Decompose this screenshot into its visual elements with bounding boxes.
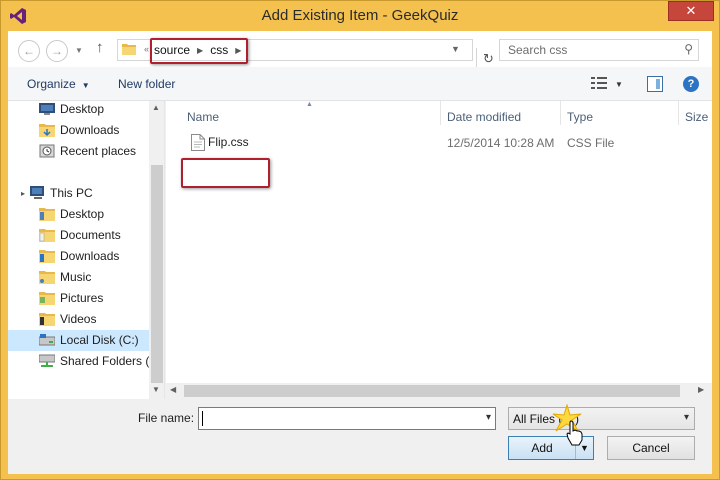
nav-item-label: Desktop — [60, 207, 105, 221]
scroll-up-icon[interactable]: ▲ — [152, 103, 160, 112]
navigation-bar: ← → ▼ ↑ « source ▶ css ▶ ▼ ↻ Search css ⚲ — [8, 31, 712, 70]
nav-item-pc-desktop[interactable]: Desktop — [8, 204, 150, 225]
network-drive-icon — [39, 354, 55, 367]
folder-icon — [39, 208, 55, 221]
file-name-input[interactable]: ▾ — [198, 407, 496, 430]
recent-places-icon — [39, 144, 55, 158]
file-name-label: File name: — [138, 411, 195, 425]
scroll-right-icon[interactable]: ▶ — [698, 385, 704, 394]
file-type: CSS File — [567, 136, 615, 150]
nav-item-label: Documents — [60, 228, 121, 242]
organize-button[interactable]: Organize ▼ — [27, 77, 90, 91]
scrollbar-thumb[interactable] — [184, 385, 680, 397]
nav-item-videos[interactable]: Videos — [8, 309, 150, 330]
annotation-highlight-box — [150, 38, 248, 64]
nav-item-label: Downloads — [60, 249, 120, 263]
drive-icon — [39, 334, 55, 346]
text-caret — [202, 411, 203, 426]
folder-icon — [39, 229, 55, 242]
css-file-icon — [191, 134, 205, 151]
column-header-type[interactable]: Type — [567, 110, 593, 124]
forward-arrow-icon[interactable]: → — [46, 40, 68, 62]
nav-item-label: Downloads — [60, 123, 120, 137]
chevron-down-icon[interactable]: ▾ — [486, 412, 491, 423]
file-list-scrollbar[interactable]: ◀ ▶ — [166, 383, 712, 399]
nav-item-label: This PC — [50, 186, 93, 200]
nav-item-shared-folders[interactable]: Shared Folders (\ — [8, 351, 150, 372]
close-button[interactable]: ✕ — [668, 1, 714, 21]
nav-item-label: Videos — [60, 312, 97, 326]
folder-icon — [39, 313, 55, 326]
column-divider[interactable] — [678, 101, 679, 125]
new-folder-button[interactable]: New folder — [118, 77, 175, 91]
navigation-pane: Desktop Downloads Recent places ▸ This P… — [8, 101, 165, 399]
nav-item-documents[interactable]: Documents — [8, 225, 150, 246]
command-bar: Organize ▼ New folder ▼ ? — [8, 67, 712, 101]
column-header-date-modified[interactable]: Date modified — [447, 110, 521, 124]
nav-item-pc-downloads[interactable]: Downloads — [8, 246, 150, 267]
nav-item-desktop[interactable]: Desktop — [8, 101, 150, 120]
organize-label: Organize — [27, 77, 76, 91]
search-icon[interactable]: ⚲ — [684, 42, 693, 56]
nav-item-music[interactable]: Music — [8, 267, 150, 288]
address-overflow-chevron[interactable]: « — [144, 44, 149, 54]
desktop-icon — [39, 103, 55, 115]
column-header-name[interactable]: Name — [187, 110, 219, 124]
nav-item-downloads[interactable]: Downloads — [8, 120, 150, 141]
file-list: ▲ Name Date modified Type Size Flip.css … — [166, 101, 712, 399]
chevron-down-icon: ▾ — [683, 412, 689, 423]
column-divider[interactable] — [560, 101, 561, 125]
nav-item-label: Pictures — [60, 291, 104, 305]
column-divider[interactable] — [440, 101, 441, 125]
add-button-label: Add — [531, 441, 553, 455]
view-options-dropdown-icon[interactable]: ▼ — [615, 80, 623, 89]
search-box[interactable]: Search css ⚲ — [499, 39, 699, 61]
up-arrow-icon[interactable]: ↑ — [96, 39, 104, 56]
computer-icon — [30, 186, 44, 199]
sort-ascending-icon: ▲ — [306, 101, 313, 108]
expand-chevron-icon[interactable]: ▸ — [21, 183, 25, 204]
downloads-folder-icon — [39, 124, 55, 137]
preview-pane-icon[interactable] — [647, 76, 663, 92]
address-history-dropdown-icon[interactable]: ▼ — [451, 44, 460, 54]
file-date-modified: 12/5/2014 10:28 AM — [447, 136, 555, 150]
nav-item-label: Local Disk (C:) — [60, 333, 139, 347]
cancel-button[interactable]: Cancel — [607, 436, 695, 460]
dialog-client: ← → ▼ ↑ « source ▶ css ▶ ▼ ↻ Search css ⚲ — [8, 31, 712, 474]
folder-icon — [39, 271, 55, 284]
help-icon[interactable]: ? — [683, 76, 699, 92]
title-bar: Add Existing Item - GeekQuiz ✕ — [1, 1, 719, 31]
mouse-cursor-icon — [566, 420, 583, 446]
nav-item-recent-places[interactable]: Recent places — [8, 141, 150, 162]
folder-icon — [39, 292, 55, 305]
nav-item-label: Desktop — [60, 102, 105, 116]
folder-icon — [122, 44, 136, 55]
file-type-filter-select[interactable]: All Files (*.*) ▾ — [508, 407, 695, 430]
dialog-window: Add Existing Item - GeekQuiz ✕ ← → ▼ ↑ «… — [0, 0, 720, 480]
nav-item-pictures[interactable]: Pictures — [8, 288, 150, 309]
nav-item-label: Recent places — [60, 144, 137, 158]
recent-locations-dropdown-icon[interactable]: ▼ — [75, 46, 83, 55]
nav-item-this-pc[interactable]: ▸ This PC — [8, 183, 150, 204]
scroll-left-icon[interactable]: ◀ — [170, 385, 176, 394]
nav-item-local-disk[interactable]: Local Disk (C:) — [8, 330, 150, 351]
scrollbar-thumb[interactable] — [151, 165, 163, 383]
navigation-pane-scrollbar[interactable]: ▲ ▼ — [149, 101, 164, 399]
file-row[interactable]: Flip.css 12/5/2014 10:28 AM CSS File — [166, 131, 712, 155]
dialog-footer: File name: ▾ All Files (*.*) ▾ Add ▼ Can… — [8, 399, 712, 474]
annotation-highlight-box — [181, 158, 270, 188]
window-title: Add Existing Item - GeekQuiz — [261, 7, 459, 24]
nav-item-label: Music — [60, 270, 92, 284]
nav-item-label: Shared Folders (\ — [60, 354, 150, 368]
file-name[interactable]: Flip.css — [208, 135, 249, 149]
scroll-down-icon[interactable]: ▼ — [152, 385, 160, 394]
folder-icon — [39, 250, 55, 263]
chevron-down-icon: ▼ — [81, 81, 90, 90]
back-arrow-icon[interactable]: ← — [18, 40, 40, 62]
column-header-size[interactable]: Size — [685, 110, 708, 124]
change-view-icon[interactable] — [591, 76, 607, 90]
search-input[interactable]: Search css — [508, 43, 567, 57]
